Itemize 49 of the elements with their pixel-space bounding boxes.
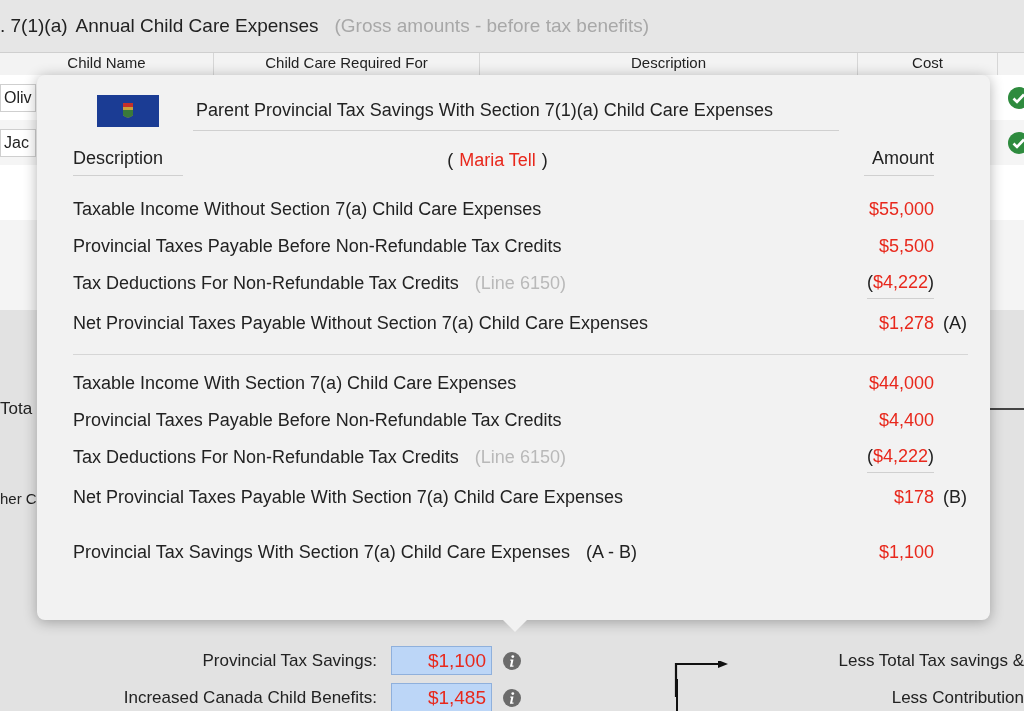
row-label: Tax Deductions For Non-Refundable Tax Credits [73, 272, 459, 295]
side-label: her C [0, 488, 37, 509]
row-marker: (B) [943, 486, 967, 507]
amount-value: $1,100 [878, 541, 934, 564]
side-label: Tota [0, 398, 33, 421]
summary-field: $1,100 [391, 646, 492, 675]
column-heading: Description [73, 144, 183, 176]
row-label: Tax Deductions For Non-Refundable Tax Credits [73, 446, 459, 469]
summary-label: Increased Canada Child Benefits: [122, 686, 377, 709]
row-label: Net Provincial Taxes Payable With Section 7(a) Child Care Expenses [73, 485, 623, 509]
info-icon[interactable] [502, 687, 522, 708]
amount-value: $1,278 [878, 311, 934, 335]
child-name-field[interactable]: Oliv [0, 83, 36, 112]
amount-value: $5,500 [878, 235, 934, 258]
amount-value: $4,222 [872, 444, 928, 468]
amount-value: $178 [893, 485, 934, 509]
parenthesis: ) [928, 444, 934, 468]
flag-icon [97, 95, 159, 127]
column-heading: Amount [864, 144, 934, 176]
line-note: (Line 6150) [474, 446, 566, 469]
amount-value: $44,000 [868, 372, 934, 395]
row-label: Net Provincial Taxes Payable Without Section 7(a) Child Care Expenses [73, 311, 648, 335]
section-note: (Gross amounts - before tax benefits) [334, 13, 650, 38]
parenthesis: ( [447, 148, 454, 172]
section-number: . 7(1)(a) [0, 13, 68, 38]
parenthesis: ( [866, 270, 873, 294]
parenthesis: ) [928, 270, 934, 294]
row-label: Provincial Taxes Payable Before Non-Refundable Tax Credits [73, 409, 562, 432]
info-icon[interactable] [502, 650, 522, 671]
summary-label: Provincial Tax Savings: [201, 649, 377, 672]
formula-note: (A - B) [585, 541, 637, 564]
section-title: Annual Child Care Expenses [75, 13, 319, 38]
person-name: Maria Tell [459, 148, 536, 172]
amount-value: $4,400 [878, 409, 934, 432]
child-name-field[interactable]: Jac [0, 128, 36, 157]
parenthesis: ) [541, 148, 548, 172]
parenthesis: ( [866, 444, 873, 468]
popover-title: Parent Provincial Tax Savings With Section 7(1)(a) Child Care Expenses [193, 91, 839, 131]
row-label: Taxable Income Without Section 7(a) Child Care Expenses [73, 198, 542, 221]
flow-label: Less Contribution [891, 686, 1024, 709]
row-label: Provincial Tax Savings With Section 7(a) Child Care Expenses [73, 541, 570, 564]
amount-value: $55,000 [868, 198, 934, 221]
summary-field: $1,485 [391, 683, 492, 711]
row-label: Taxable Income With Section 7(a) Child Care Expenses [73, 372, 517, 395]
amount-value: $4,222 [872, 270, 928, 294]
row-marker: (A) [943, 312, 967, 333]
flow-label: Less Total Tax savings & [838, 649, 1024, 672]
line-note: (Line 6150) [474, 272, 566, 295]
row-label: Provincial Taxes Payable Before Non-Refundable Tax Credits [73, 235, 562, 258]
